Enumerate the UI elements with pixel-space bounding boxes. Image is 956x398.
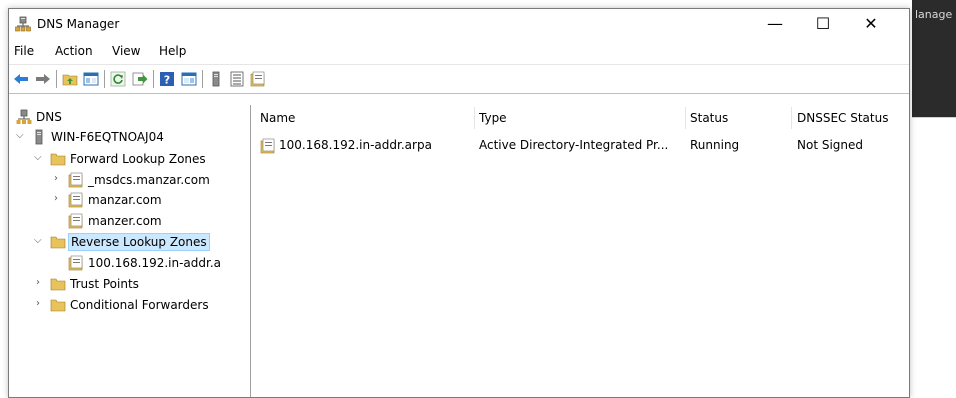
window-title: DNS Manager: [37, 17, 120, 31]
dns-icon: [16, 109, 32, 124]
cell-status: Running: [690, 138, 740, 152]
column-header-dnssec-status[interactable]: DNSSEC Status: [797, 111, 888, 125]
toolbar-separator: [202, 70, 203, 88]
zone-icon: [68, 192, 83, 208]
chevron-down-icon[interactable]: ⌵: [34, 235, 44, 247]
tree-label: Reverse Lookup Zones: [68, 233, 210, 251]
zone-icon: [68, 172, 83, 188]
toolbar-separator: [56, 70, 57, 88]
column-header-name[interactable]: Name: [260, 111, 295, 125]
background-app: lanage: [912, 0, 956, 396]
refresh-icon[interactable]: [110, 71, 126, 87]
back-icon[interactable]: [13, 71, 29, 87]
tree-label: DNS: [36, 110, 62, 124]
folder-icon: [50, 236, 66, 249]
results-list: Name Type Status DNSSEC Status 100.168.1…: [254, 105, 909, 397]
tree-label: Forward Lookup Zones: [70, 152, 206, 166]
column-header-type[interactable]: Type: [479, 111, 507, 125]
tree-label: Trust Points: [70, 277, 139, 291]
background-app-header: lanage: [912, 0, 956, 117]
help-icon[interactable]: ?: [159, 71, 175, 87]
tree-label: manzar.com: [88, 193, 162, 207]
chevron-down-icon[interactable]: ⌵: [16, 130, 26, 142]
zone-icon: [260, 138, 275, 154]
console-tree-icon[interactable]: [181, 71, 197, 87]
chevron-right-icon[interactable]: ›: [36, 277, 46, 289]
chevron-right-icon[interactable]: ›: [54, 193, 64, 205]
chevron-right-icon[interactable]: ›: [54, 173, 64, 185]
background-app-title: lanage: [915, 8, 953, 21]
dns-app-icon: [15, 16, 31, 32]
column-divider[interactable]: [474, 107, 475, 129]
folder-icon: [50, 153, 66, 166]
title-bar[interactable]: DNS Manager — ☐ ✕: [9, 9, 909, 41]
folder-icon: [50, 299, 66, 312]
export-icon[interactable]: [132, 71, 148, 87]
folder-icon: [50, 278, 66, 291]
server-icon[interactable]: [208, 71, 224, 87]
column-header-status[interactable]: Status: [690, 111, 728, 125]
column-divider[interactable]: [685, 107, 686, 129]
minimize-button[interactable]: —: [753, 9, 797, 39]
background-app-divider: [912, 117, 956, 118]
dns-manager-window: DNS Manager — ☐ ✕ File Action View Help: [8, 8, 910, 398]
menu-view[interactable]: View: [112, 44, 140, 58]
show-tree-icon[interactable]: [83, 71, 99, 87]
chevron-down-icon[interactable]: ⌵: [34, 152, 44, 164]
menu-help[interactable]: Help: [159, 44, 186, 58]
tree-label: 100.168.192.in-addr.a: [88, 256, 222, 270]
tree-label: _msdcs.manzar.com: [88, 173, 210, 187]
chevron-right-icon[interactable]: ›: [36, 298, 46, 310]
server-icon: [35, 129, 43, 145]
svg-text:?: ?: [164, 74, 170, 87]
tree-label: Conditional Forwarders: [70, 298, 209, 312]
cell-dnssec-status: Not Signed: [797, 138, 864, 152]
maximize-button[interactable]: ☐: [801, 9, 845, 39]
list-icon[interactable]: [229, 71, 245, 87]
toolbar-separator: [104, 70, 105, 88]
column-divider[interactable]: [791, 107, 792, 129]
tree-label: manzer.com: [88, 214, 162, 228]
cell-type: Active Directory-Integrated Pr...: [479, 138, 669, 152]
menu-action[interactable]: Action: [55, 44, 93, 58]
forward-icon[interactable]: [35, 71, 51, 87]
close-button[interactable]: ✕: [849, 9, 893, 39]
toolbar: ?: [9, 64, 909, 94]
console-tree: DNS ⌵ WIN-F6EQTNOAJ04 ⌵ Forward Lookup Z…: [12, 105, 251, 397]
toolbar-separator: [153, 70, 154, 88]
menu-bar: File Action View Help: [9, 41, 909, 63]
cell-name: 100.168.192.in-addr.arpa: [279, 138, 432, 152]
zone-icon: [68, 213, 83, 229]
up-folder-icon[interactable]: [62, 71, 78, 87]
menu-file[interactable]: File: [14, 44, 34, 58]
tree-label: WIN-F6EQTNOAJ04: [51, 130, 164, 144]
zone-icon: [68, 255, 83, 271]
zone-icon[interactable]: [250, 71, 266, 87]
